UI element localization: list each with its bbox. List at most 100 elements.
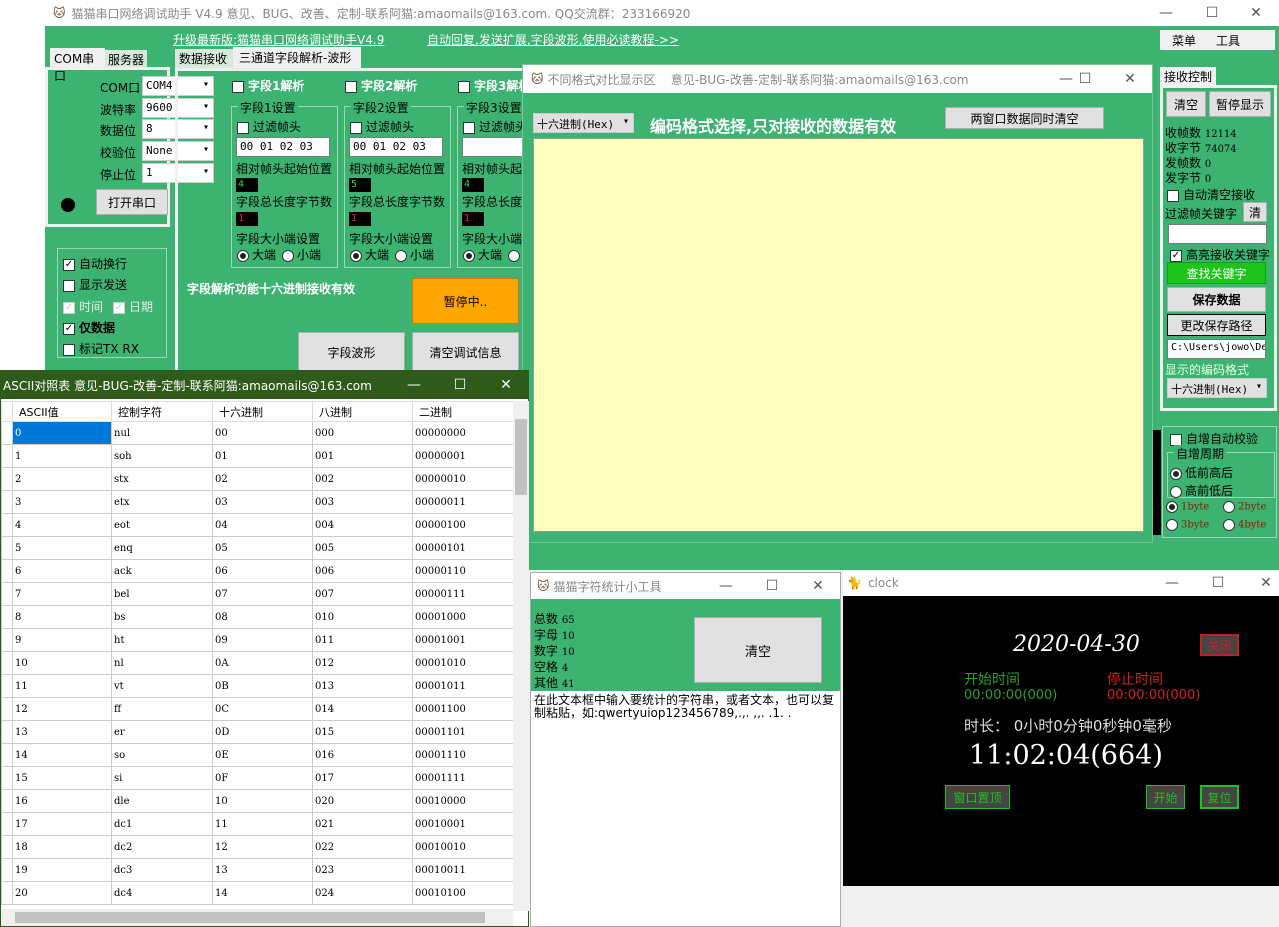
table-cell[interactable]: 0A — [212, 651, 313, 675]
field2-filter-header[interactable]: 过滤帧头 — [350, 118, 414, 135]
table-cell[interactable]: 0 — [12, 421, 112, 445]
table-cell[interactable]: 0F — [212, 766, 313, 790]
table-cell[interactable]: dc1 — [111, 812, 213, 836]
ascii-horizontal-scrollbar[interactable] — [1, 909, 513, 926]
table-cell[interactable]: 14 — [12, 743, 112, 767]
table-row[interactable]: 14 so 0E 016 00001110 — [1, 743, 514, 767]
compare-maximize-button[interactable]: ☐ — [1063, 65, 1107, 93]
table-cell[interactable]: 00000111 — [412, 582, 514, 606]
column-header[interactable]: 控制字符 — [111, 401, 213, 422]
table-cell[interactable]: 15 — [12, 766, 112, 790]
table-cell[interactable]: 00000011 — [412, 490, 514, 514]
table-cell[interactable]: 00001000 — [412, 605, 514, 629]
table-cell[interactable]: 20 — [12, 881, 112, 905]
option-data-only[interactable]: ✓ 仅数据 — [63, 319, 115, 336]
table-cell[interactable]: 022 — [312, 835, 413, 859]
compare-close-button[interactable]: ✕ — [1107, 65, 1153, 93]
clear-both-button[interactable]: 两窗口数据同时清空 — [945, 107, 1104, 129]
ascii-maximize-button[interactable]: ☐ — [437, 371, 483, 399]
table-cell[interactable]: 00000100 — [412, 513, 514, 537]
table-cell[interactable]: 024 — [312, 881, 413, 905]
table-cell[interactable]: 016 — [312, 743, 413, 767]
save-path-input[interactable]: C:\Users\jowo\De — [1167, 339, 1266, 359]
field1-start-value[interactable]: 4 — [236, 178, 258, 192]
filter-keyword-input[interactable] — [1168, 224, 1267, 244]
table-cell[interactable]: etx — [111, 490, 213, 514]
option-show-send[interactable]: 显示发送 — [63, 276, 127, 293]
table-cell[interactable]: 12 — [12, 697, 112, 721]
table-row[interactable]: 12 ff 0C 014 00001100 — [1, 697, 514, 721]
table-row[interactable]: 7 bel 07 007 00000111 — [1, 582, 514, 606]
table-cell[interactable]: bel — [111, 582, 213, 606]
start-button[interactable]: 开始 — [1146, 785, 1185, 809]
ascii-vertical-scrollbar[interactable] — [513, 401, 529, 911]
clear-receive-button[interactable]: 清空 — [1166, 91, 1206, 117]
table-row[interactable]: 20 dc4 14 024 00010100 — [1, 881, 514, 905]
menu-item-menu[interactable]: 菜单 — [1172, 32, 1196, 49]
pin-window-button[interactable]: 窗口置顶 — [945, 785, 1010, 809]
stats-clear-button[interactable]: 清空 — [694, 617, 822, 683]
table-row[interactable]: 9 ht 09 011 00001001 — [1, 628, 514, 652]
filter-clear-button[interactable]: 清 — [1243, 202, 1267, 222]
table-cell[interactable]: 7 — [12, 582, 112, 606]
table-cell[interactable]: 14 — [212, 881, 313, 905]
table-cell[interactable]: nl — [111, 651, 213, 675]
table-cell[interactable]: dc2 — [111, 835, 213, 859]
table-cell[interactable]: 003 — [312, 490, 413, 514]
table-cell[interactable]: er — [111, 720, 213, 744]
tab-field-parse[interactable]: 三通道字段解析-波形 — [233, 47, 361, 68]
table-cell[interactable]: 0B — [212, 674, 313, 698]
table-cell[interactable]: 00000000 — [412, 421, 514, 445]
field3-length-value[interactable]: 1 — [462, 212, 484, 226]
clock-close-action-button[interactable]: 关闭 — [1200, 634, 1239, 656]
pause-display-button[interactable]: 暂停显示 — [1209, 91, 1271, 117]
table-row[interactable]: 18 dc2 12 022 00010010 — [1, 835, 514, 859]
open-port-button[interactable]: 打开串口 — [96, 189, 168, 215]
table-cell[interactable]: 00001100 — [412, 697, 514, 721]
field2-header-input[interactable]: 00 01 02 03 — [349, 137, 443, 157]
table-cell[interactable]: nul — [111, 421, 213, 445]
table-cell[interactable]: 13 — [212, 858, 313, 882]
table-cell[interactable]: 09 — [212, 628, 313, 652]
column-header[interactable]: 十六进制 — [212, 401, 313, 422]
option-auto-wrap[interactable]: ✓ 自动换行 — [63, 255, 127, 272]
table-cell[interactable]: 00010001 — [412, 812, 514, 836]
compare-text-area[interactable] — [533, 138, 1144, 532]
table-cell[interactable]: so — [111, 743, 213, 767]
table-cell[interactable]: 8 — [12, 605, 112, 629]
clock-minimize-button[interactable]: — — [1149, 570, 1195, 596]
tab-com[interactable]: COM串口 — [50, 48, 105, 83]
table-cell[interactable]: 3 — [12, 490, 112, 514]
table-cell[interactable]: enq — [111, 536, 213, 560]
table-cell[interactable]: 020 — [312, 789, 413, 813]
table-row[interactable]: 19 dc3 13 023 00010011 — [1, 858, 514, 882]
table-cell[interactable]: 11 — [12, 674, 112, 698]
table-cell[interactable]: 10 — [12, 651, 112, 675]
table-cell[interactable]: 021 — [312, 812, 413, 836]
tab-server[interactable]: 服务器 — [105, 50, 147, 68]
column-header[interactable]: 二进制 — [412, 401, 514, 422]
reset-button[interactable]: 复位 — [1200, 785, 1239, 809]
tab-receive-control[interactable]: 接收控制 — [1160, 67, 1216, 85]
table-cell[interactable]: 01 — [212, 444, 313, 468]
table-cell[interactable]: 012 — [312, 651, 413, 675]
table-cell[interactable]: 014 — [312, 697, 413, 721]
table-cell[interactable]: ff — [111, 697, 213, 721]
scrollbar-thumb[interactable] — [15, 912, 485, 923]
table-cell[interactable]: 00000110 — [412, 559, 514, 583]
table-cell[interactable]: 2 — [12, 467, 112, 491]
table-row[interactable]: 2 stx 02 002 00000010 — [1, 467, 514, 491]
table-cell[interactable]: si — [111, 766, 213, 790]
table-cell[interactable]: 18 — [12, 835, 112, 859]
radio-low-high[interactable]: 低前高后 — [1170, 464, 1233, 481]
field3-filter-header[interactable]: 过滤帧头 — [463, 118, 527, 135]
table-cell[interactable]: 00000101 — [412, 536, 514, 560]
table-cell[interactable]: vt — [111, 674, 213, 698]
radio-high-low[interactable]: 高前低后 — [1170, 482, 1233, 499]
table-cell[interactable]: 0D — [212, 720, 313, 744]
field1-length-value[interactable]: 1 — [236, 212, 258, 226]
pause-button[interactable]: 暂停中.. — [412, 278, 519, 324]
table-cell[interactable]: 16 — [12, 789, 112, 813]
table-cell[interactable]: 000 — [312, 421, 413, 445]
table-cell[interactable]: 02 — [212, 467, 313, 491]
